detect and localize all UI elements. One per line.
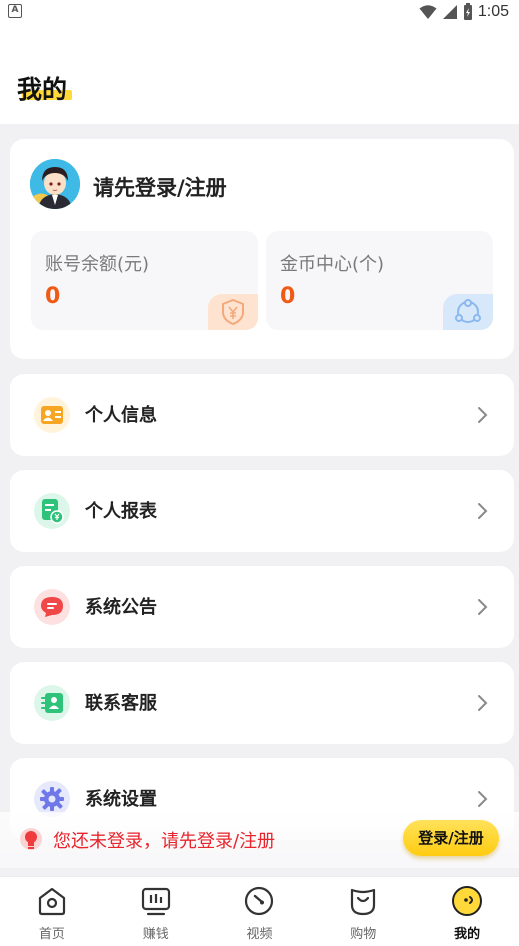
coins-value: 0 [280, 284, 296, 309]
status-bar: A 1:05 [0, 0, 519, 26]
login-prompt[interactable]: 请先登录/注册 [93, 172, 227, 202]
chevron-right-icon [478, 599, 488, 615]
signal-icon [442, 5, 457, 19]
bottom-tab-bar: 首页 赚钱 视频 购物 我的 [0, 876, 519, 946]
coins-label: 金币中心(个) [280, 254, 385, 275]
login-warning-text: 您还未登录，请先登录/注册 [53, 831, 276, 852]
menu-label-customer-service: 联系客服 [85, 693, 157, 714]
shopping-icon [351, 888, 376, 916]
message-icon [34, 589, 70, 625]
chevron-right-icon [478, 407, 488, 423]
id-card-icon [34, 397, 70, 433]
notification-icon: A [8, 4, 22, 18]
avatar[interactable] [30, 159, 80, 209]
tab-label-home: 首页 [38, 927, 65, 942]
tab-label-profile: 我的 [454, 927, 481, 942]
chevron-right-icon [478, 695, 488, 711]
chevron-right-icon [478, 791, 488, 807]
chevron-right-icon [478, 503, 488, 519]
balance-label: 账号余额(元) [45, 254, 150, 275]
lightbulb-icon [20, 828, 42, 850]
coin-center-icon [443, 294, 493, 330]
tab-label-video: 视频 [246, 927, 273, 942]
tab-video[interactable]: 视频 [208, 877, 312, 946]
battery-icon [463, 3, 472, 20]
customer-service-icon [34, 685, 70, 721]
status-time: 1:05 [477, 3, 509, 20]
menu-item-personal-info[interactable]: 个人信息 [10, 374, 514, 456]
menu-label-system-notice: 系统公告 [85, 597, 157, 618]
account-balance-box[interactable]: 账号余额(元) 0 [31, 231, 258, 330]
tab-label-shopping: 购物 [350, 927, 377, 942]
status-indicators: 1:05 [419, 2, 509, 22]
menu-item-personal-report[interactable]: 个人报表 [10, 470, 514, 552]
earn-icon [141, 887, 170, 916]
menu-label-system-settings: 系统设置 [85, 789, 157, 810]
menu-label-personal-info: 个人信息 [85, 405, 157, 426]
menu-label-personal-report: 个人报表 [85, 501, 157, 522]
page-header: 我的 [0, 26, 519, 124]
home-icon [38, 887, 65, 916]
video-icon [245, 886, 274, 916]
wifi-icon [419, 5, 437, 19]
tab-profile[interactable]: 我的 [415, 877, 519, 946]
tab-shopping[interactable]: 购物 [311, 877, 415, 946]
yuan-shield-icon [208, 294, 258, 330]
report-icon [34, 493, 70, 529]
profile-face-icon [452, 886, 483, 916]
balance-value: 0 [45, 284, 61, 309]
tab-label-earn: 赚钱 [142, 927, 169, 942]
profile-card: 请先登录/注册 账号余额(元) 0 金币中心(个) 0 [10, 139, 514, 359]
login-banner: 您还未登录，请先登录/注册 登录/注册 [0, 812, 519, 868]
tab-earn[interactable]: 赚钱 [104, 877, 208, 946]
login-register-button[interactable]: 登录/注册 [403, 820, 499, 856]
tab-home[interactable]: 首页 [0, 877, 104, 946]
menu-item-customer-service[interactable]: 联系客服 [10, 662, 514, 744]
coin-center-box[interactable]: 金币中心(个) 0 [266, 231, 493, 330]
menu-item-system-notice[interactable]: 系统公告 [10, 566, 514, 648]
page-title: 我的 [17, 75, 68, 104]
